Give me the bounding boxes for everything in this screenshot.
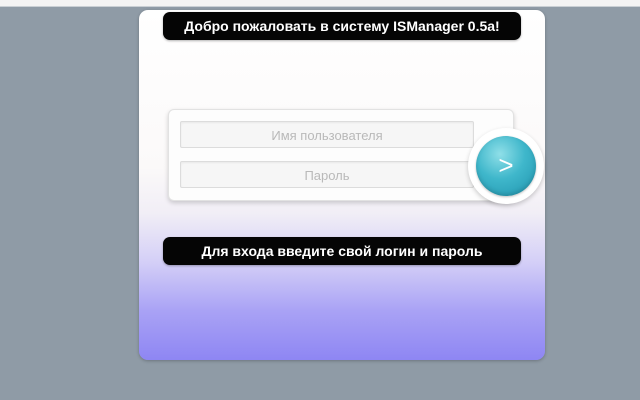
submit-button-ring: > <box>468 128 544 204</box>
browser-top-strip <box>0 0 640 7</box>
password-input[interactable]: Пароль <box>180 161 474 188</box>
welcome-banner: Добро пожаловать в систему ISManager 0.5… <box>163 12 521 40</box>
login-form: Имя пользователя Пароль <box>168 109 514 201</box>
login-card: Добро пожаловать в систему ISManager 0.5… <box>139 10 545 360</box>
submit-button[interactable]: > <box>476 136 536 196</box>
username-input[interactable]: Имя пользователя <box>180 121 474 148</box>
login-hint-banner: Для входа введите свой логин и пароль <box>163 237 521 265</box>
